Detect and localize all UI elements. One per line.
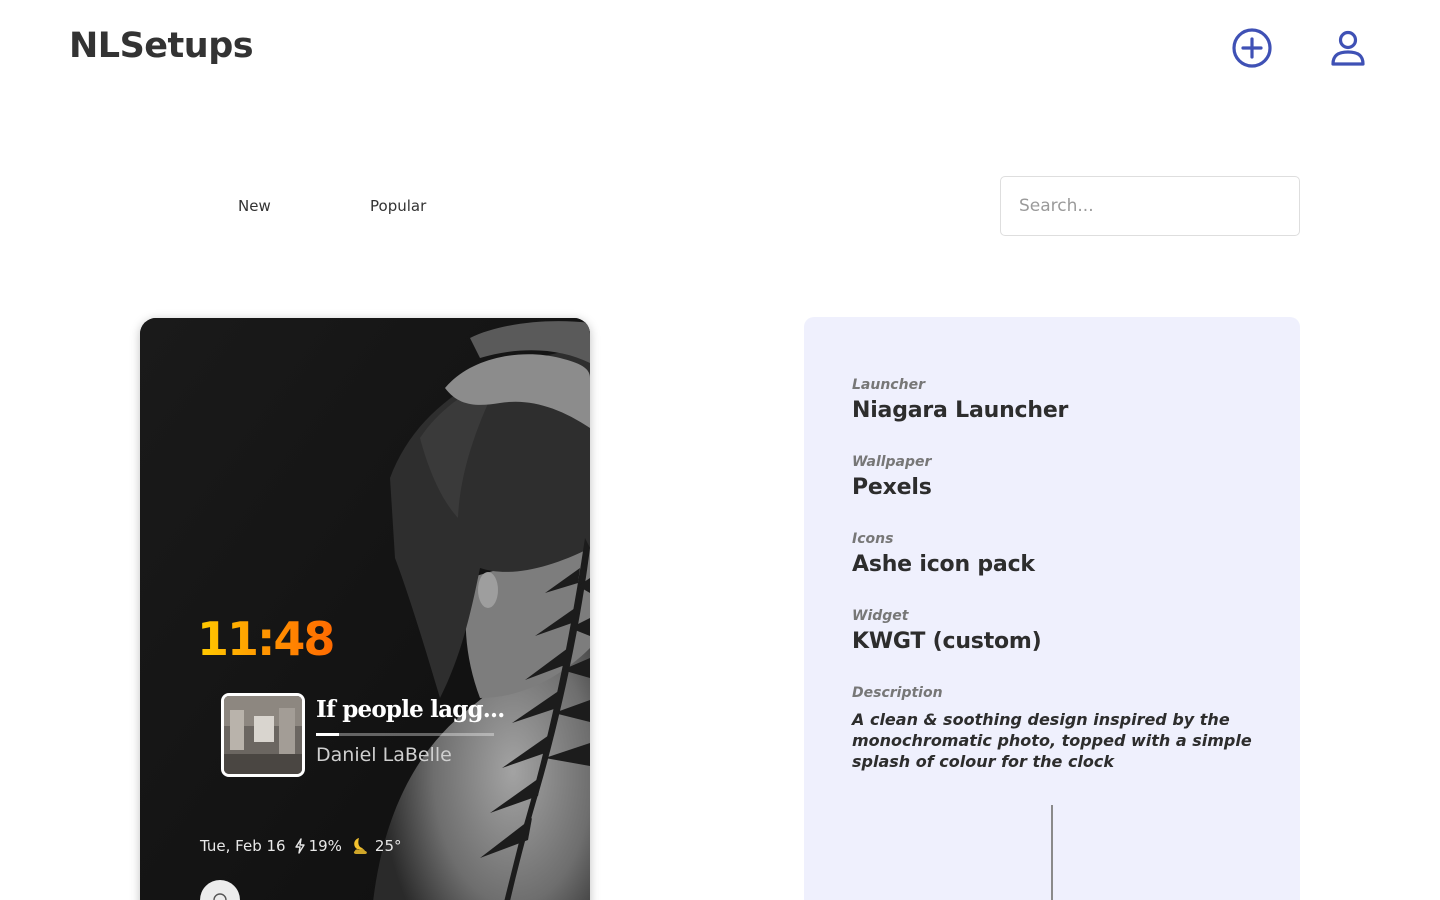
launcher-label: Launcher <box>852 377 925 393</box>
setup-preview-card[interactable]: 11:48 If people lagg... Daniel LaBelle T… <box>140 318 590 900</box>
moon-cloud-icon <box>353 838 367 854</box>
search-input[interactable] <box>1000 176 1300 236</box>
description-text: A clean & soothing design inspired by th… <box>852 710 1252 771</box>
launcher-field: Launcher Niagara Launcher <box>852 377 1068 423</box>
profile-button[interactable] <box>1326 26 1370 70</box>
add-setup-button[interactable] <box>1230 26 1274 70</box>
phone-icon <box>213 893 227 900</box>
status-line: Tue, Feb 16 19% 25° <box>200 836 402 856</box>
widget-field: Widget KWGT (custom) <box>852 608 1042 654</box>
media-artist: Daniel LaBelle <box>316 744 452 766</box>
icons-label: Icons <box>852 531 894 547</box>
wallpaper-value: Pexels <box>852 475 932 500</box>
media-progress-bar <box>316 733 494 736</box>
plus-circle-icon <box>1232 28 1272 68</box>
wallpaper-field: Wallpaper Pexels <box>852 454 932 500</box>
widget-value: KWGT (custom) <box>852 629 1042 654</box>
clock-widget: 11:48 <box>197 612 335 666</box>
battery-text: 19% <box>308 837 342 855</box>
widget-label: Widget <box>852 608 909 624</box>
date-text: Tue, Feb 16 <box>200 837 286 855</box>
media-title: If people lagg... <box>316 696 505 723</box>
description-label: Description <box>852 685 943 701</box>
setup-details-panel: Launcher Niagara Launcher Wallpaper Pexe… <box>804 317 1300 900</box>
media-progress-fill <box>316 733 340 736</box>
temperature-text: 25° <box>374 837 402 855</box>
weather-stat: 25° <box>350 836 402 856</box>
icons-field: Icons Ashe icon pack <box>852 531 1035 577</box>
tab-new[interactable]: New <box>238 197 271 215</box>
wallpaper-label: Wallpaper <box>852 454 932 470</box>
user-icon <box>1331 30 1365 66</box>
tab-popular[interactable]: Popular <box>370 197 426 215</box>
bolt-icon <box>294 838 305 854</box>
brand-logo[interactable]: NLSetups <box>69 26 254 66</box>
launcher-value: Niagara Launcher <box>852 398 1069 423</box>
vertical-divider <box>1051 805 1053 900</box>
battery-stat: 19% <box>294 837 342 855</box>
wallpaper-image <box>140 318 590 900</box>
description-field: Description A clean & soothing design in… <box>852 685 1252 772</box>
album-art <box>221 693 305 777</box>
icons-value: Ashe icon pack <box>852 552 1035 577</box>
